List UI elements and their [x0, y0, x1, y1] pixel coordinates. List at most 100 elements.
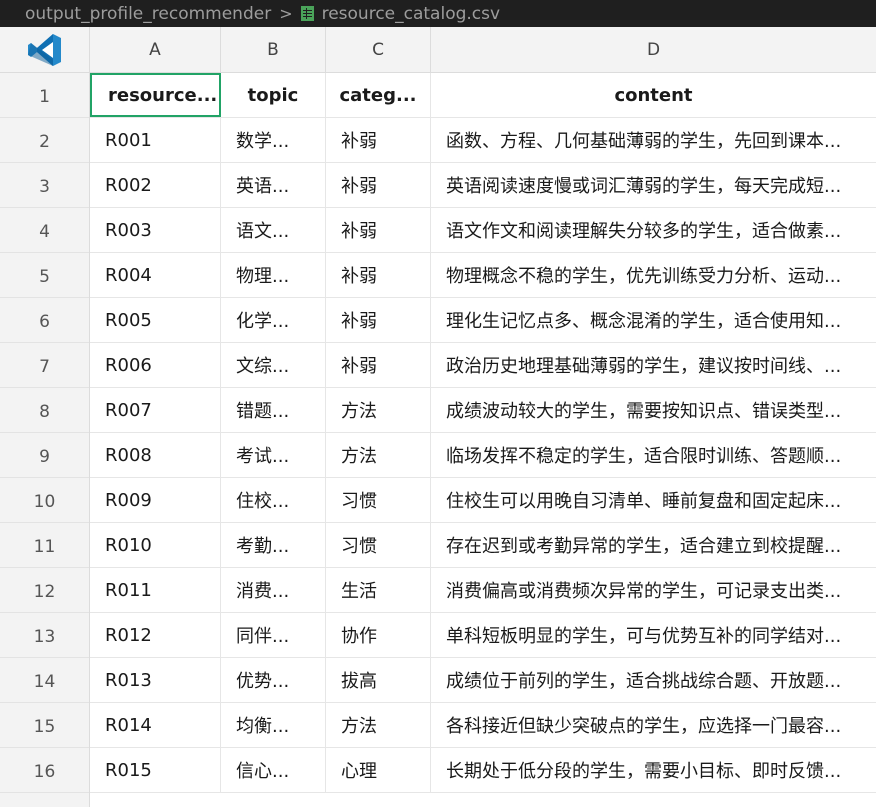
column-header-b[interactable]: B — [221, 27, 326, 72]
csv-sheet: A B C D 1234567891011121314151617 resour… — [0, 27, 876, 807]
cell-content[interactable]: 物理概念不稳的学生，优先训练受力分析、运动... — [431, 253, 876, 297]
cell-resource-id[interactable]: R008 — [90, 433, 221, 477]
table-row: R015 信心... 心理 长期处于低分段的学生，需要小目标、即时反馈... — [90, 748, 876, 793]
cell-category[interactable]: 补弱 — [326, 298, 431, 342]
header-row: resource... topic categ... content — [90, 73, 876, 118]
cell-resource-id[interactable]: R014 — [90, 703, 221, 747]
row-number[interactable]: 5 — [0, 253, 89, 298]
cell-resource-id[interactable]: R002 — [90, 163, 221, 207]
cell-topic[interactable]: 英语... — [221, 163, 326, 207]
cell-topic[interactable]: 数学... — [221, 118, 326, 162]
row-number[interactable]: 9 — [0, 433, 89, 478]
cell-resource-id[interactable]: R001 — [90, 118, 221, 162]
cell-category[interactable]: 心理 — [326, 748, 431, 792]
cell-topic[interactable]: 均衡... — [221, 703, 326, 747]
row-number[interactable]: 8 — [0, 388, 89, 433]
cell-topic[interactable]: 考勤... — [221, 523, 326, 567]
cell-content[interactable]: 英语阅读速度慢或词汇薄弱的学生，每天完成短... — [431, 163, 876, 207]
cell-topic[interactable]: 住校... — [221, 478, 326, 522]
breadcrumb-folder[interactable]: output_profile_recommender — [25, 4, 271, 24]
cell-topic[interactable]: 同伴... — [221, 613, 326, 657]
cell-content[interactable]: 住校生可以用晚自习清单、睡前复盘和固定起床... — [431, 478, 876, 522]
breadcrumb-file[interactable]: resource_catalog.csv — [322, 4, 500, 24]
cell-category[interactable]: 补弱 — [326, 118, 431, 162]
cell-resource-id[interactable]: R007 — [90, 388, 221, 432]
cell-content[interactable]: 理化生记忆点多、概念混淆的学生，适合使用知... — [431, 298, 876, 342]
cell-category[interactable]: 拔高 — [326, 658, 431, 702]
cell-category[interactable]: 方法 — [326, 388, 431, 432]
cell-resource-id[interactable]: R012 — [90, 613, 221, 657]
cell-content[interactable]: 各科接近但缺少突破点的学生，应选择一门最容... — [431, 703, 876, 747]
cell-category[interactable]: 习惯 — [326, 478, 431, 522]
row-number[interactable]: 12 — [0, 568, 89, 613]
row-number[interactable]: 6 — [0, 298, 89, 343]
cell-category[interactable]: 习惯 — [326, 523, 431, 567]
cell-category[interactable]: 补弱 — [326, 253, 431, 297]
cell-content[interactable]: 政治历史地理基础薄弱的学生，建议按时间线、... — [431, 343, 876, 387]
cell-content[interactable]: 消费偏高或消费频次异常的学生，可记录支出类... — [431, 568, 876, 612]
row-number[interactable]: 1 — [0, 73, 89, 118]
table-row: R001 数学... 补弱 函数、方程、几何基础薄弱的学生，先回到课本... — [90, 118, 876, 163]
cell-content[interactable]: 临场发挥不稳定的学生，适合限时训练、答题顺... — [431, 433, 876, 477]
header-cell-category[interactable]: categ... — [326, 73, 431, 117]
column-header-c[interactable]: C — [326, 27, 431, 72]
cell-content[interactable]: 单科短板明显的学生，可与优势互补的同学结对... — [431, 613, 876, 657]
cell-resource-id[interactable]: R006 — [90, 343, 221, 387]
cell-category[interactable]: 补弱 — [326, 163, 431, 207]
cell-topic[interactable]: 文综... — [221, 343, 326, 387]
cell-content[interactable]: 语文作文和阅读理解失分较多的学生，适合做素... — [431, 208, 876, 252]
cell-resource-id[interactable]: R015 — [90, 748, 221, 792]
cell-topic[interactable]: 物理... — [221, 253, 326, 297]
header-cell-content[interactable]: content — [431, 73, 876, 117]
cell-resource-id[interactable]: R003 — [90, 208, 221, 252]
cell-category[interactable]: 协作 — [326, 613, 431, 657]
column-header-d[interactable]: D — [431, 27, 876, 72]
cell-topic[interactable]: 考试... — [221, 433, 326, 477]
row-number[interactable]: 4 — [0, 208, 89, 253]
table-row: R012 同伴... 协作 单科短板明显的学生，可与优势互补的同学结对... — [90, 613, 876, 658]
cell-category[interactable]: 补弱 — [326, 208, 431, 252]
table-row: R008 考试... 方法 临场发挥不稳定的学生，适合限时训练、答题顺... — [90, 433, 876, 478]
cell-content[interactable]: 存在迟到或考勤异常的学生，适合建立到校提醒... — [431, 523, 876, 567]
cell-category[interactable]: 方法 — [326, 703, 431, 747]
cell-category[interactable]: 补弱 — [326, 343, 431, 387]
breadcrumb-separator: > — [279, 4, 293, 23]
row-number[interactable]: 14 — [0, 658, 89, 703]
cell-resource-id[interactable]: R009 — [90, 478, 221, 522]
cell-topic[interactable]: 消费... — [221, 568, 326, 612]
row-number[interactable]: 11 — [0, 523, 89, 568]
header-cell-resource[interactable]: resource... — [90, 73, 221, 117]
table-row: R005 化学... 补弱 理化生记忆点多、概念混淆的学生，适合使用知... — [90, 298, 876, 343]
row-number[interactable]: 15 — [0, 703, 89, 748]
cell-content[interactable]: 函数、方程、几何基础薄弱的学生，先回到课本... — [431, 118, 876, 162]
cell-topic[interactable]: 信心... — [221, 748, 326, 792]
row-number[interactable]: 3 — [0, 163, 89, 208]
column-header-a[interactable]: A — [90, 27, 221, 72]
table-row: R009 住校... 习惯 住校生可以用晚自习清单、睡前复盘和固定起床... — [90, 478, 876, 523]
cell-content[interactable]: 成绩位于前列的学生，适合挑战综合题、开放题... — [431, 658, 876, 702]
cell-topic[interactable]: 化学... — [221, 298, 326, 342]
table-row: R003 语文... 补弱 语文作文和阅读理解失分较多的学生，适合做素... — [90, 208, 876, 253]
cell-resource-id[interactable]: R011 — [90, 568, 221, 612]
cell-category[interactable]: 生活 — [326, 568, 431, 612]
row-number[interactable]: 17 — [0, 793, 89, 807]
cell-resource-id[interactable]: R010 — [90, 523, 221, 567]
row-number[interactable]: 13 — [0, 613, 89, 658]
table-row: R013 优势... 拔高 成绩位于前列的学生，适合挑战综合题、开放题... — [90, 658, 876, 703]
cell-topic[interactable]: 优势... — [221, 658, 326, 702]
cell-resource-id[interactable]: R013 — [90, 658, 221, 702]
header-cell-topic[interactable]: topic — [221, 73, 326, 117]
table-row: R004 物理... 补弱 物理概念不稳的学生，优先训练受力分析、运动... — [90, 253, 876, 298]
cell-topic[interactable]: 语文... — [221, 208, 326, 252]
cell-content[interactable]: 长期处于低分段的学生，需要小目标、即时反馈... — [431, 748, 876, 792]
cell-content[interactable]: 成绩波动较大的学生，需要按知识点、错误类型... — [431, 388, 876, 432]
row-number[interactable]: 10 — [0, 478, 89, 523]
cell-category[interactable]: 方法 — [326, 433, 431, 477]
breadcrumb: output_profile_recommender > resource_ca… — [0, 0, 876, 27]
cell-resource-id[interactable]: R005 — [90, 298, 221, 342]
row-number[interactable]: 7 — [0, 343, 89, 388]
cell-resource-id[interactable]: R004 — [90, 253, 221, 297]
row-number[interactable]: 2 — [0, 118, 89, 163]
row-number[interactable]: 16 — [0, 748, 89, 793]
cell-topic[interactable]: 错题... — [221, 388, 326, 432]
